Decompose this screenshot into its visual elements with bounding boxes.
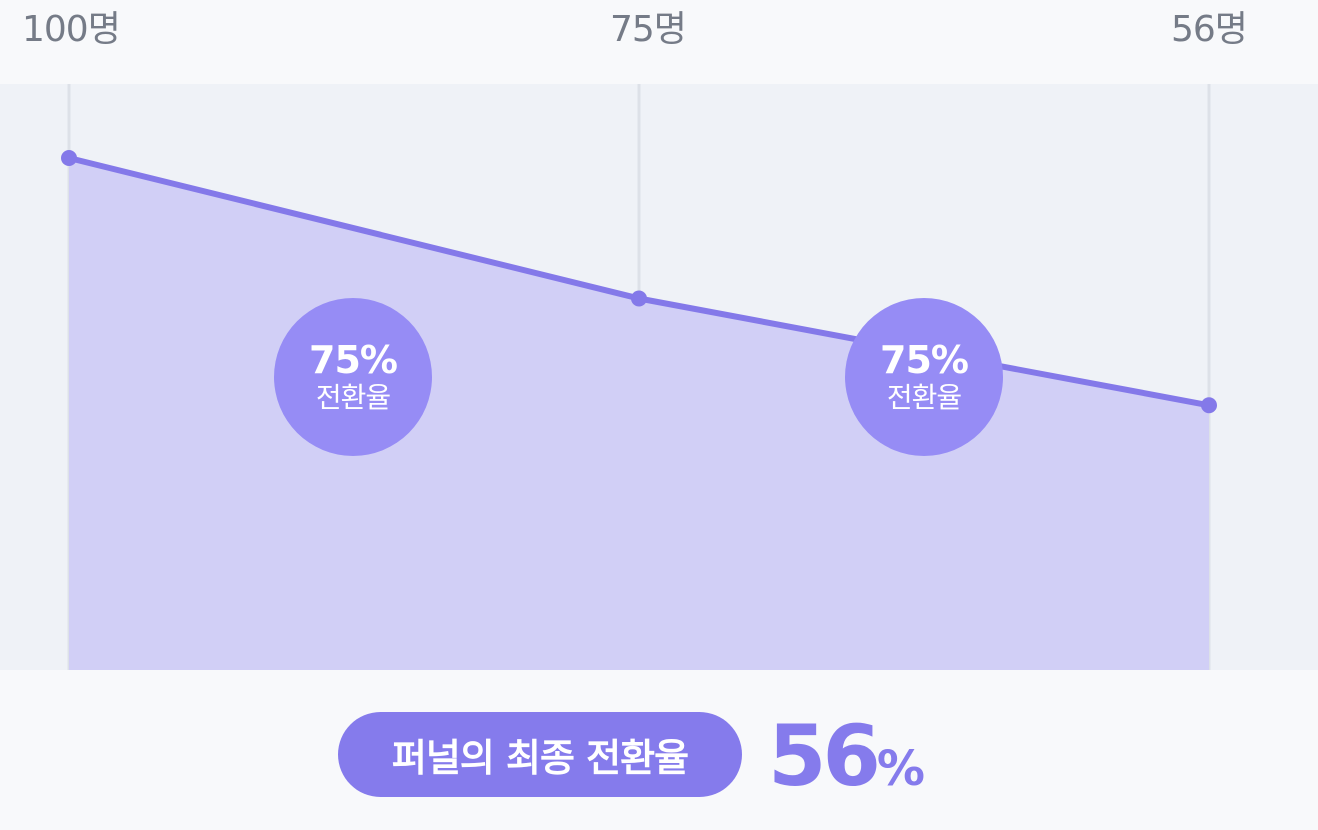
step-2-to-3-rate-bubble: 75% 전환율 bbox=[845, 298, 1003, 456]
step-2-to-3-rate-label: 전환율 bbox=[886, 381, 962, 414]
final-conversion-number: 56 bbox=[768, 707, 881, 805]
step-1-to-2-rate-label: 전환율 bbox=[315, 381, 391, 414]
final-conversion-unit: % bbox=[876, 741, 925, 797]
final-conversion-label-pill: 퍼널의 최종 전환율 bbox=[338, 712, 742, 797]
funnel-area-chart bbox=[0, 84, 1318, 670]
data-point-step-2 bbox=[631, 290, 647, 307]
data-point-step-3 bbox=[1201, 397, 1217, 414]
data-point-step-1 bbox=[61, 150, 77, 166]
final-conversion-value: 56% bbox=[768, 706, 925, 830]
step-1-to-2-rate-bubble: 75% 전환율 bbox=[274, 298, 432, 456]
step-2-to-3-rate-value: 75% bbox=[880, 338, 969, 382]
step-1-to-2-rate-value: 75% bbox=[309, 338, 398, 382]
